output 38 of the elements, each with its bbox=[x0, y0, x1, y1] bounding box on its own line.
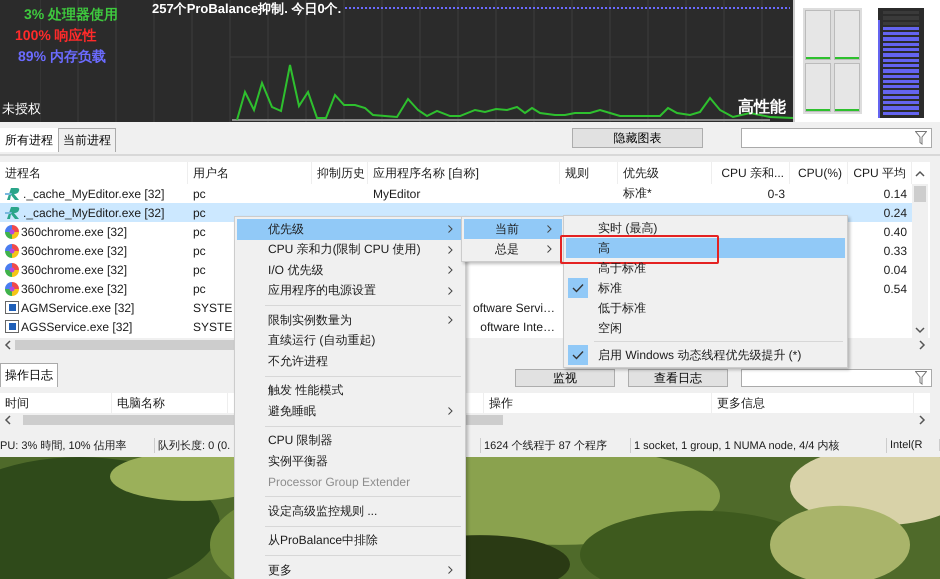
process-name: 360chrome.exe [32] bbox=[21, 224, 128, 238]
probalance-label: 257个ProBalance抑制. 今日0个. bbox=[152, 0, 342, 18]
table-cell: oftware Inte… bbox=[480, 320, 555, 334]
table-cell: pc bbox=[193, 206, 206, 220]
status-text: 1 socket, 1 group, 1 NUMA node, 4/4 内核 bbox=[634, 440, 840, 452]
process-name: 360chrome.exe [32] bbox=[21, 244, 128, 258]
process-name: 360chrome.exe [32] bbox=[21, 262, 128, 276]
license-label: 未授权 bbox=[2, 100, 41, 118]
status-text: PU: 3% 時間, 10% 佔用率 bbox=[0, 440, 127, 452]
table-cell: 0.04 bbox=[884, 262, 907, 276]
table-cell: 0.54 bbox=[884, 282, 907, 296]
table-cell: pc bbox=[193, 186, 206, 200]
table-cell: SYSTE bbox=[193, 320, 232, 334]
process-name: AGSService.exe [32] bbox=[21, 320, 132, 334]
responsiveness-label: 100% 响应性 bbox=[15, 27, 97, 45]
table-cell: SYSTE bbox=[193, 300, 232, 314]
process-name: 360chrome.exe [32] bbox=[21, 282, 128, 296]
table-cell: MyEditor bbox=[373, 186, 420, 200]
table-cell: 0.40 bbox=[884, 224, 907, 238]
table-cell: 标准* bbox=[623, 185, 652, 202]
power-mode-label: 高性能 bbox=[738, 97, 786, 118]
status-text: 1624 个线程于 87 个程序 bbox=[484, 440, 607, 452]
status-text: 队列长度: 0 (0. bbox=[158, 440, 230, 452]
process-name: ._cache_MyEditor.exe [32] bbox=[23, 206, 164, 220]
process-name: AGMService.exe [32] bbox=[21, 300, 134, 314]
cpu-usage-label: 3% 处理器使用 bbox=[24, 6, 118, 24]
table-cell: pc bbox=[193, 282, 206, 296]
table-cell: pc bbox=[193, 244, 206, 258]
status-text: Intel(R bbox=[890, 439, 922, 451]
process-name: ._cache_MyEditor.exe [32] bbox=[23, 186, 164, 200]
table-cell: pc bbox=[193, 224, 206, 238]
table-cell: 0.14 bbox=[884, 186, 907, 200]
table-cell: pc bbox=[193, 262, 206, 276]
memory-load-label: 89% 内存负载 bbox=[18, 48, 106, 66]
table-cell: 0-3 bbox=[768, 186, 785, 200]
table-cell: 0.24 bbox=[884, 206, 907, 220]
table-cell: oftware Servi… bbox=[472, 300, 555, 314]
table-cell: 0.33 bbox=[884, 244, 907, 258]
